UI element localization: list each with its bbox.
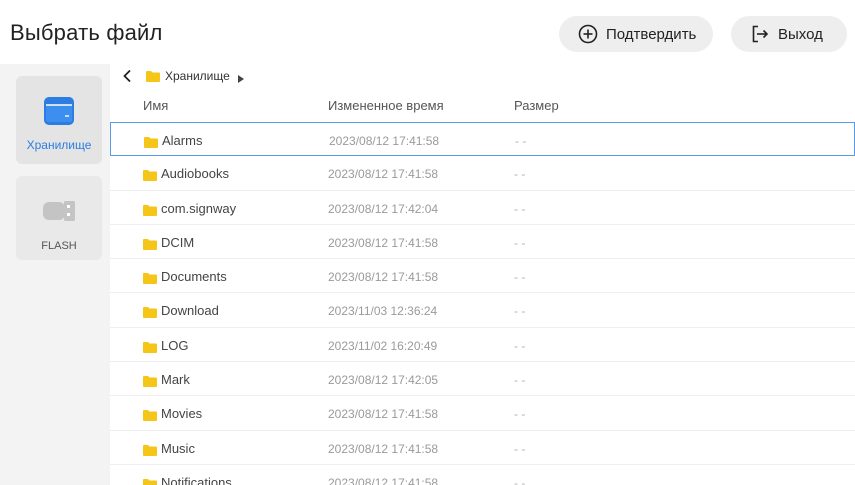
- page-title: Выбрать файл: [10, 20, 163, 45]
- file-modified-time: 2023/08/12 17:41:58: [328, 167, 439, 182]
- file-size: - -: [514, 304, 526, 319]
- file-modified-time: 2023/08/12 17:41:58: [328, 270, 439, 285]
- file-picker-window: Выбрать файл Подтвердить Выход Хранилище…: [0, 0, 855, 485]
- file-name: Documents: [161, 269, 227, 285]
- file-name: DCIM: [161, 234, 195, 250]
- file-modified-time: 2023/08/12 17:41:58: [328, 441, 439, 456]
- breadcrumb-item[interactable]: Хранилище: [165, 69, 230, 83]
- folder-icon: [143, 408, 157, 422]
- file-row[interactable]: Movies 2023/08/12 17:41:58 - -: [110, 396, 855, 431]
- sidebar-item-flash[interactable]: FLASH: [16, 176, 102, 260]
- breadcrumb: Хранилище: [118, 66, 244, 86]
- column-header-name[interactable]: Имя: [143, 98, 168, 113]
- column-header-time[interactable]: Измененное время: [328, 98, 444, 113]
- file-modified-time: 2023/11/03 12:36:24: [328, 304, 438, 319]
- folder-icon: [143, 168, 157, 182]
- folder-icon: [143, 271, 157, 285]
- caret-right-icon: [237, 72, 244, 83]
- sidebar: Хранилище FLASH: [0, 64, 110, 485]
- file-name: Audiobooks: [161, 166, 229, 182]
- confirm-button[interactable]: Подтвердить: [559, 16, 713, 52]
- file-list: Alarms 2023/08/12 17:41:58 - - Audiobooks 20…: [110, 122, 855, 485]
- sidebar-item-label: FLASH: [41, 240, 77, 252]
- file-size: - -: [514, 407, 526, 422]
- file-name: Notifications: [161, 474, 232, 485]
- file-size: - -: [514, 167, 526, 182]
- file-modified-time: 2023/08/12 17:42:05: [328, 373, 439, 388]
- column-header-size[interactable]: Размер: [514, 98, 559, 113]
- file-size: - -: [514, 475, 526, 485]
- file-modified-time: 2023/11/02 16:20:49: [328, 338, 438, 353]
- sidebar-item-storage[interactable]: Хранилище: [16, 76, 102, 164]
- file-size: - -: [514, 338, 526, 353]
- file-name: Alarms: [162, 133, 203, 148]
- file-row[interactable]: LOG 2023/11/02 16:20:49 - -: [110, 328, 855, 363]
- file-name: Download: [161, 303, 219, 319]
- exit-label: Выход: [778, 25, 823, 43]
- file-row[interactable]: com.signway 2023/08/12 17:42:04 - -: [110, 191, 855, 225]
- folder-icon: [144, 135, 158, 148]
- file-name: LOG: [161, 337, 189, 353]
- file-size: - -: [514, 201, 526, 216]
- file-row[interactable]: DCIM 2023/08/12 17:41:58 - -: [110, 225, 855, 260]
- folder-icon: [143, 374, 157, 388]
- file-size: - -: [514, 270, 526, 285]
- file-size: - -: [514, 373, 526, 388]
- column-headers: Имя Измененное время Размер: [110, 90, 855, 120]
- file-modified-time: 2023/08/12 17:41:58: [328, 235, 439, 250]
- folder-icon: [143, 340, 157, 353]
- file-row[interactable]: Alarms 2023/08/12 17:41:58 - -: [110, 122, 855, 157]
- header-bar: Выбрать файл Подтвердить Выход: [0, 0, 855, 64]
- file-name: com.signway: [161, 200, 237, 216]
- file-row[interactable]: Documents 2023/08/12 17:41:58 - -: [110, 259, 855, 294]
- file-name: Music: [161, 440, 195, 456]
- file-size: - -: [514, 235, 526, 250]
- usb-flash-icon: [42, 194, 76, 228]
- sidebar-item-label: Хранилище: [26, 138, 92, 152]
- folder-icon: [143, 477, 157, 485]
- folder-icon: [146, 70, 160, 82]
- exit-button[interactable]: Выход: [731, 16, 847, 52]
- back-arrow-icon[interactable]: [118, 67, 136, 85]
- folder-icon: [143, 443, 157, 456]
- file-row[interactable]: Mark 2023/08/12 17:42:05 - -: [110, 362, 855, 397]
- file-modified-time: 2023/08/12 17:41:58: [329, 134, 440, 148]
- file-row[interactable]: Download 2023/11/03 12:36:24 - -: [110, 293, 855, 328]
- file-modified-time: 2023/08/12 17:42:04: [328, 201, 439, 216]
- file-modified-time: 2023/08/12 17:41:58: [328, 475, 439, 485]
- file-row[interactable]: Notifications 2023/08/12 17:41:58 - -: [110, 465, 855, 485]
- folder-icon: [143, 237, 157, 250]
- folder-icon: [143, 305, 157, 319]
- folder-icon: [143, 203, 157, 216]
- file-modified-time: 2023/08/12 17:41:58: [328, 407, 439, 422]
- file-name: Movies: [161, 406, 203, 422]
- file-row[interactable]: Audiobooks 2023/08/12 17:41:58 - -: [110, 156, 855, 191]
- file-row[interactable]: Music 2023/08/12 17:41:58 - -: [110, 431, 855, 465]
- exit-icon: [749, 23, 771, 45]
- file-size: - -: [515, 134, 527, 148]
- storage-icon: [42, 94, 76, 128]
- plus-circle-icon: [577, 23, 599, 45]
- file-name: Mark: [161, 372, 190, 388]
- file-list-panel: Хранилище Имя Измененное время Размер Al…: [110, 64, 855, 485]
- file-size: - -: [514, 441, 526, 456]
- confirm-label: Подтвердить: [606, 25, 697, 43]
